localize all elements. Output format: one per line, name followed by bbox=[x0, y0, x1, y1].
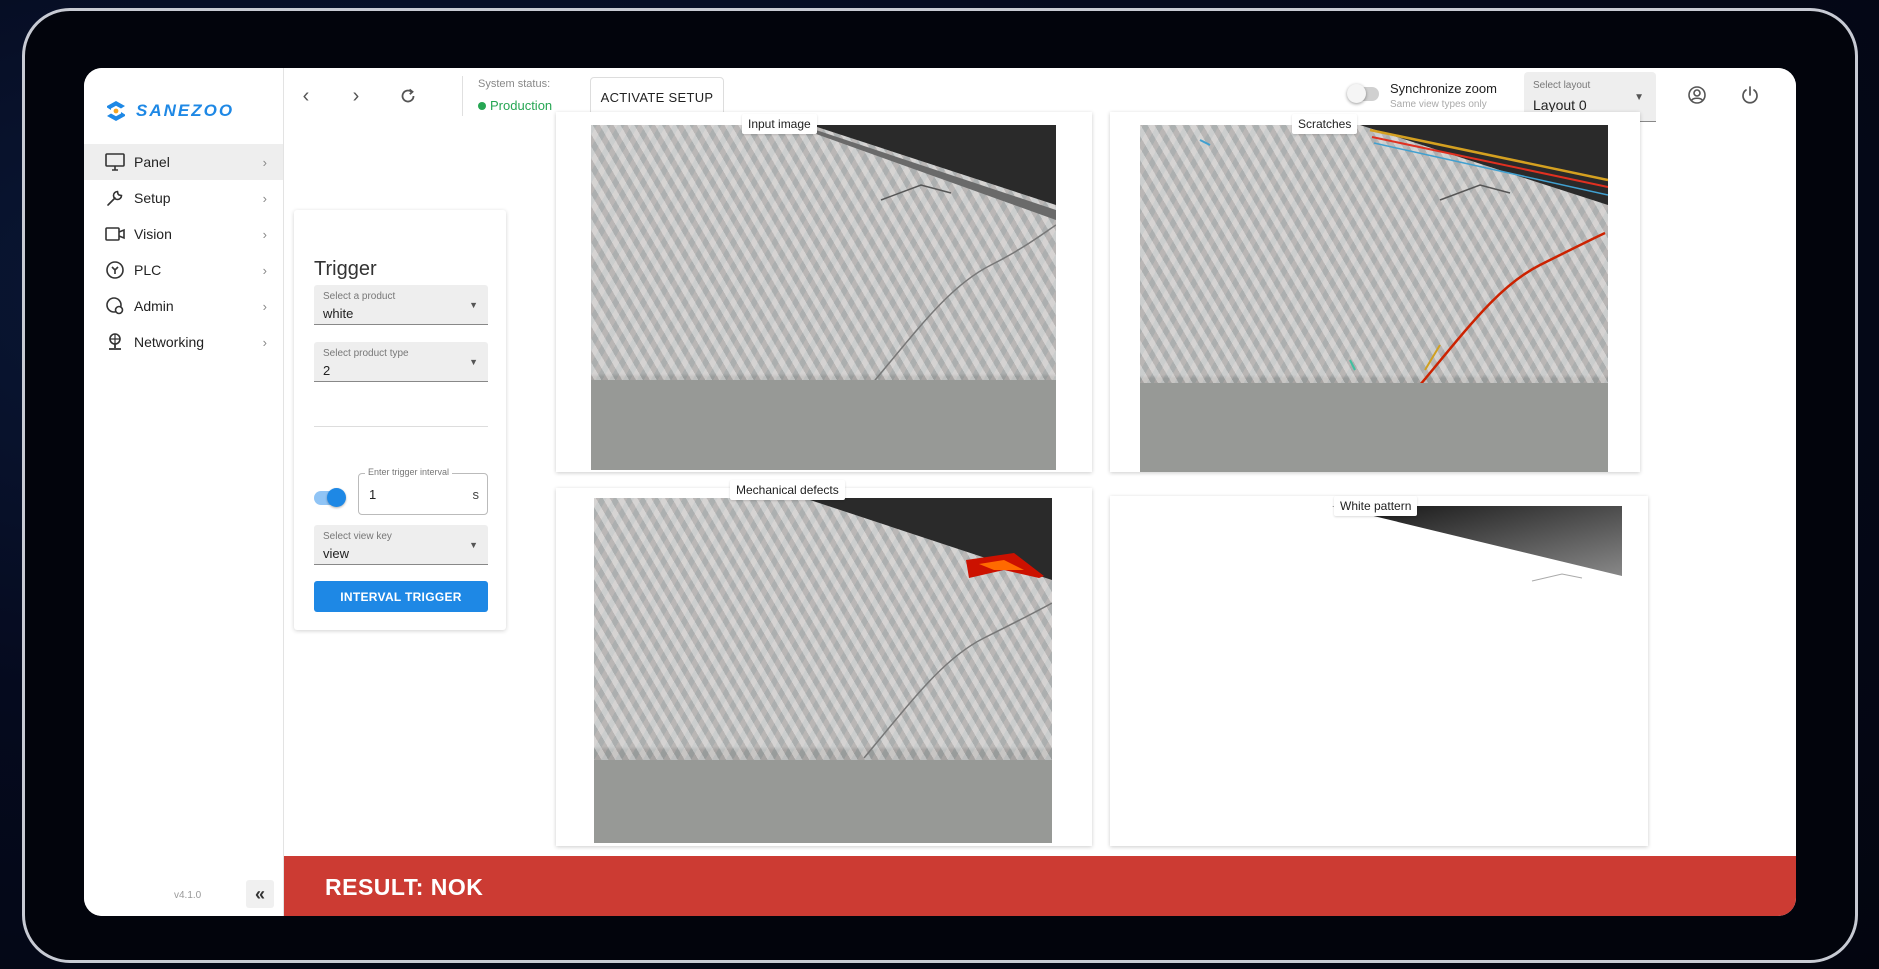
sidebar-item-panel[interactable]: Panel › bbox=[84, 144, 283, 180]
chevron-right-icon: › bbox=[262, 226, 267, 242]
app-screen: SANEZOO Panel › Setup › Vision › PLC › A… bbox=[84, 68, 1796, 916]
activate-setup-button[interactable]: ACTIVATE SETUP bbox=[590, 77, 724, 117]
trigger-panel: Trigger Select a product white ▼ Select … bbox=[294, 210, 506, 630]
dropdown-arrow-icon: ▼ bbox=[469, 300, 478, 310]
sidebar-nav: Panel › Setup › Vision › PLC › Admin › N… bbox=[84, 144, 283, 360]
product-type-select[interactable]: Select product type 2 ▼ bbox=[314, 342, 488, 382]
dropdown-arrow-icon: ▼ bbox=[469, 540, 478, 550]
power-icon bbox=[1742, 86, 1758, 104]
white-pattern-graphic bbox=[1332, 506, 1622, 582]
sanezoo-logo-icon bbox=[107, 101, 125, 121]
sidebar-item-label: Networking bbox=[134, 334, 205, 350]
power-button[interactable] bbox=[1737, 82, 1763, 108]
trigger-interval-input[interactable]: Enter trigger interval 1 s bbox=[358, 467, 488, 515]
trigger-title: Trigger bbox=[314, 258, 377, 280]
forward-button[interactable]: › bbox=[344, 84, 368, 108]
sidebar-item-label: Panel bbox=[134, 154, 170, 170]
result-text: RESULT: NOK bbox=[325, 874, 484, 900]
chevron-right-icon: › bbox=[262, 262, 267, 278]
result-bar: RESULT: NOK bbox=[284, 856, 1796, 916]
trigger-interval-label: Enter trigger interval bbox=[365, 467, 453, 477]
collapse-sidebar-button[interactable]: « bbox=[246, 880, 274, 908]
synchronize-zoom-label: Synchronize zoom bbox=[1390, 81, 1497, 96]
view-title-tag: Scratches bbox=[1292, 114, 1358, 134]
refresh-icon bbox=[401, 88, 415, 103]
network-icon bbox=[104, 331, 126, 353]
synchronize-zoom-toggle[interactable] bbox=[1347, 84, 1379, 103]
view-title-tag: Input image bbox=[742, 114, 817, 134]
account-icon bbox=[1688, 86, 1706, 104]
trigger-interval-value: 1 bbox=[369, 487, 377, 502]
back-button[interactable]: ‹ bbox=[294, 84, 318, 108]
dropdown-arrow-icon: ▼ bbox=[469, 357, 478, 367]
trigger-interval-unit: s bbox=[472, 487, 480, 502]
product-type-select-label: Select product type bbox=[323, 348, 409, 359]
chevron-right-icon: › bbox=[262, 190, 267, 206]
mechanical-defects-view[interactable] bbox=[594, 498, 1052, 843]
input-image-view[interactable] bbox=[591, 125, 1056, 470]
monitor-icon bbox=[104, 151, 126, 173]
synchronize-zoom-hint: Same view types only bbox=[1390, 99, 1487, 110]
system-status-text: Production bbox=[490, 98, 553, 113]
sidebar-item-admin[interactable]: Admin › bbox=[84, 288, 283, 324]
input-image-graphic bbox=[591, 125, 1056, 470]
camera-icon bbox=[104, 223, 126, 245]
view-panel-scratches: Scratches bbox=[1110, 112, 1640, 472]
plc-icon bbox=[104, 259, 126, 281]
view-key-select[interactable]: Select view key view ▼ bbox=[314, 525, 488, 565]
chevron-right-icon: › bbox=[262, 298, 267, 314]
product-select[interactable]: Select a product white ▼ bbox=[314, 285, 488, 325]
version-label: v4.1.0 bbox=[174, 890, 202, 901]
product-type-select-value: 2 bbox=[323, 363, 331, 378]
product-select-value: white bbox=[323, 306, 354, 321]
sidebar-item-label: Setup bbox=[134, 190, 171, 206]
view-panel-mechanical-defects: Mechanical defects bbox=[556, 480, 1092, 846]
dropdown-arrow-icon: ▼ bbox=[1634, 92, 1644, 103]
sidebar-item-label: Vision bbox=[134, 226, 172, 242]
interval-trigger-button[interactable]: INTERVAL TRIGGER bbox=[314, 581, 488, 612]
toggle-knob bbox=[327, 488, 346, 507]
view-title-tag: White pattern bbox=[1334, 496, 1418, 516]
product-select-label: Select a product bbox=[323, 291, 396, 302]
sidebar-item-networking[interactable]: Networking › bbox=[84, 324, 283, 360]
chevron-right-icon: › bbox=[262, 154, 267, 170]
view-key-select-label: Select view key bbox=[323, 531, 392, 542]
wrench-icon bbox=[104, 187, 126, 209]
system-status-value: Production bbox=[478, 98, 552, 113]
double-chevron-left-icon: « bbox=[254, 883, 265, 904]
account-button[interactable] bbox=[1684, 82, 1710, 108]
brand-logo[interactable]: SANEZOO bbox=[104, 96, 234, 126]
toolbar-divider bbox=[462, 76, 463, 116]
sidebar-item-label: Admin bbox=[134, 298, 174, 314]
toggle-knob bbox=[1347, 84, 1366, 103]
scratches-graphic bbox=[1140, 125, 1608, 472]
admin-icon bbox=[104, 295, 126, 317]
sidebar: SANEZOO Panel › Setup › Vision › PLC › A… bbox=[84, 68, 284, 916]
white-pattern-view[interactable] bbox=[1132, 506, 1622, 844]
chevron-right-icon: › bbox=[262, 334, 267, 350]
view-title-tag: Mechanical defects bbox=[730, 480, 845, 500]
trigger-divider bbox=[314, 426, 488, 427]
brand-name: SANEZOO bbox=[136, 101, 235, 120]
view-panel-white-pattern: White pattern bbox=[1110, 496, 1648, 846]
status-dot-icon bbox=[478, 101, 486, 110]
sidebar-item-plc[interactable]: PLC › bbox=[84, 252, 283, 288]
sidebar-item-vision[interactable]: Vision › bbox=[84, 216, 283, 252]
sidebar-item-label: PLC bbox=[134, 262, 162, 278]
layout-select-value: Layout 0 bbox=[1533, 97, 1587, 113]
refresh-button[interactable] bbox=[396, 84, 420, 108]
chevron-left-icon: ‹ bbox=[302, 84, 310, 107]
chevron-right-icon: › bbox=[352, 84, 360, 107]
view-key-select-value: view bbox=[323, 546, 350, 561]
view-panel-input-image: Input image bbox=[556, 112, 1092, 472]
mechanical-defects-graphic bbox=[594, 498, 1052, 843]
interval-trigger-toggle[interactable] bbox=[314, 488, 346, 507]
layout-select-label: Select layout bbox=[1533, 80, 1591, 91]
system-status-label: System status: bbox=[478, 78, 551, 90]
scratches-view[interactable] bbox=[1140, 125, 1608, 472]
sidebar-item-setup[interactable]: Setup › bbox=[84, 180, 283, 216]
